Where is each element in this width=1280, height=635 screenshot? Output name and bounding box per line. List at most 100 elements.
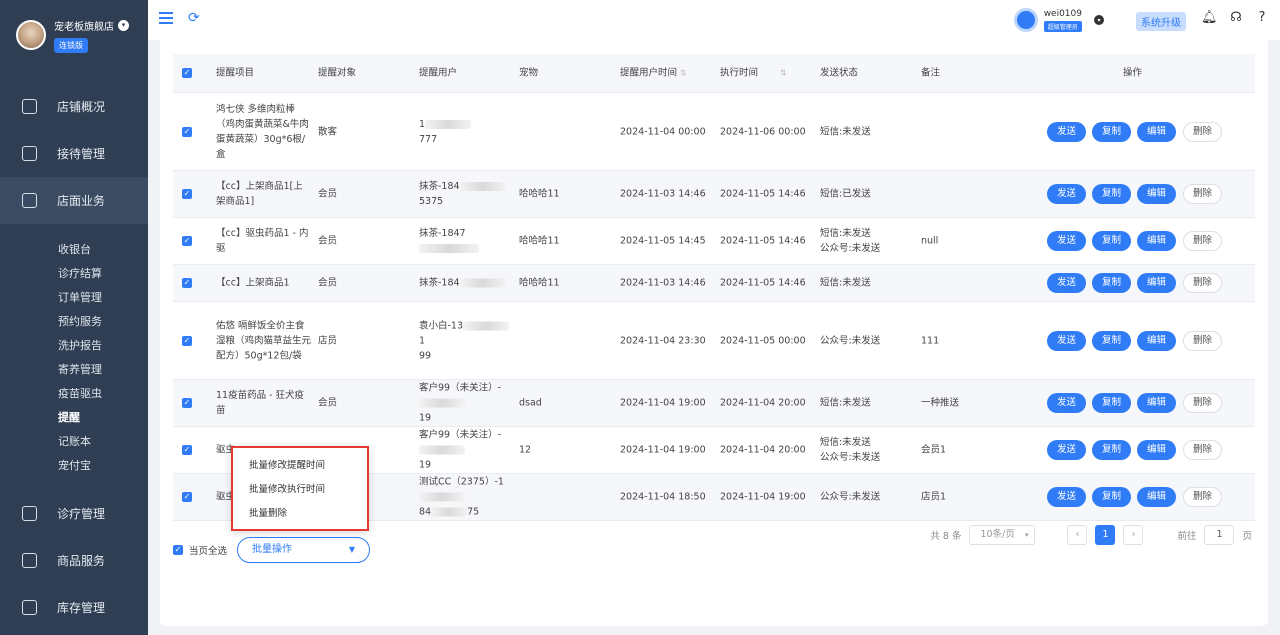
bulk-bar: ✓ 当页全选 批量操作 ▼ [173,537,371,563]
delete-button[interactable]: 删除 [1183,330,1222,351]
cell-note: 一种推送 [921,397,960,409]
delete-button[interactable]: 删除 [1183,440,1222,460]
menu-item-edit-exec-time[interactable]: 批量修改执行时间 [233,478,367,502]
row-checkbox[interactable]: ✓ [182,189,192,199]
sort-icon[interactable]: ⇅ [680,66,687,81]
nav-item-goods[interactable]: 商品服务 [0,537,148,584]
cell-item: 11疫苗药品 - 狂犬疫苗 [216,390,305,416]
send-button[interactable]: 发送 [1047,273,1086,293]
send-button[interactable]: 发送 [1047,231,1086,251]
sub-item-pay[interactable]: 宠付宝 [0,454,148,478]
sub-item-cashier[interactable]: 收银台 [0,238,148,262]
chevron-down-icon[interactable]: ▾ [118,19,129,31]
cell-exec-time: 2024-11-04 20:00 [720,444,806,456]
bulk-action-select[interactable]: 批量操作 ▼ [237,537,371,563]
headset-icon[interactable]: ☊ [1228,10,1244,26]
copy-button[interactable]: 复制 [1092,121,1131,142]
menu-item-edit-remind-time[interactable]: 批量修改提醒时间 [233,454,367,478]
row-checkbox[interactable]: ✓ [182,236,192,246]
user-menu[interactable]: wei0109 超级管理员 ▾ [1013,8,1104,32]
nav-item-overview[interactable]: 店铺概况 [0,83,148,130]
header-checkbox[interactable]: ✓ [182,68,192,78]
page-size-select[interactable]: 10条/页 ▾ [969,525,1036,545]
menu-item-bulk-delete[interactable]: 批量删除 [233,502,367,526]
delete-button[interactable]: 删除 [1183,231,1222,251]
masked-phone [419,398,465,408]
sub-item-appointments[interactable]: 预约服务 [0,310,148,334]
send-button[interactable]: 发送 [1047,393,1086,413]
goto-page-input[interactable]: 1 [1204,525,1235,545]
copy-button[interactable]: 复制 [1092,440,1131,460]
delete-button[interactable]: 删除 [1183,273,1222,293]
cell-exec-time: 2024-11-04 19:00 [720,491,806,503]
caret-down-icon: ▼ [348,545,356,554]
sub-item-settlement[interactable]: 诊疗结算 [0,262,148,286]
edit-button[interactable]: 编辑 [1137,231,1176,251]
row-checkbox[interactable]: ✓ [182,398,192,408]
help-icon[interactable]: ? [1254,10,1270,26]
delete-button[interactable]: 删除 [1183,121,1222,142]
prev-page-button[interactable]: ‹ [1067,525,1088,545]
refresh-icon[interactable]: ⟳ [188,10,200,26]
cell-remind-time: 2024-11-04 18:50 [620,491,706,503]
cell-target: 会员 [318,397,338,409]
upgrade-button[interactable]: 系统升级 [1136,12,1186,31]
user-name-part: 抹茶-184 [419,181,460,192]
copy-button[interactable]: 复制 [1092,184,1131,204]
row-checkbox[interactable]: ✓ [182,492,192,502]
send-button[interactable]: 发送 [1047,440,1086,460]
cell-exec-time: 2024-11-06 00:00 [720,126,806,137]
cell-status: 短信:已发送 [820,188,871,200]
sub-item-boarding[interactable]: 寄养管理 [0,358,148,382]
send-button[interactable]: 发送 [1047,330,1086,351]
cell-exec-time: 2024-11-05 14:46 [720,235,806,247]
delete-button[interactable]: 删除 [1183,184,1222,204]
nav-item-reception[interactable]: 接待管理 [0,130,148,177]
edit-button[interactable]: 编辑 [1137,393,1176,413]
copy-button[interactable]: 复制 [1092,393,1131,413]
store-header[interactable]: 宠老板旗舰店 ▾ 连锁版 [0,0,148,70]
column-header: 提醒项目 [216,67,255,79]
nav-item-clinic[interactable]: 诊疗管理 [0,490,148,537]
send-button[interactable]: 发送 [1047,184,1086,204]
edit-button[interactable]: 编辑 [1137,273,1176,293]
row-checkbox[interactable]: ✓ [182,126,192,137]
sub-item-reminder[interactable]: 提醒 [0,406,148,430]
edit-button[interactable]: 编辑 [1137,184,1176,204]
row-checkbox[interactable]: ✓ [182,335,192,346]
send-button[interactable]: 发送 [1047,121,1086,142]
sub-item-orders[interactable]: 订单管理 [0,286,148,310]
edit-button[interactable]: 编辑 [1137,487,1176,507]
edit-button[interactable]: 编辑 [1137,440,1176,460]
next-page-button[interactable]: › [1123,525,1144,545]
nav-item-inventory[interactable]: 库存管理 [0,584,148,631]
cell-item: 【cc】上架商品1[上架商品1] [216,181,303,207]
chevron-down-icon[interactable]: ▾ [1094,15,1104,25]
sub-item-grooming[interactable]: 洗护报告 [0,334,148,358]
delete-button[interactable]: 删除 [1183,487,1222,507]
cell-target: 散客 [318,126,338,137]
username: wei0109 [1043,8,1082,19]
copy-button[interactable]: 复制 [1092,487,1131,507]
copy-button[interactable]: 复制 [1092,231,1131,251]
edit-button[interactable]: 编辑 [1137,330,1176,351]
page-number-current[interactable]: 1 [1095,525,1116,545]
select-all-checkbox[interactable]: ✓ [173,545,183,555]
copy-button[interactable]: 复制 [1092,273,1131,293]
edit-button[interactable]: 编辑 [1137,121,1176,142]
cell-note: 111 [921,335,940,346]
bell-icon[interactable]: 🔔︎ [1201,10,1218,26]
sort-icon[interactable]: ⇅ [780,66,787,81]
send-button[interactable]: 发送 [1047,487,1086,507]
sub-item-ledger[interactable]: 记账本 [0,430,148,454]
menu-toggle-icon[interactable] [159,12,173,24]
topbar: ⟳ wei0109 超级管理员 ▾ 系统升级 🔔︎ ☊ ? [148,0,1280,40]
user-phone-part: 75 [467,506,480,518]
copy-button[interactable]: 复制 [1092,330,1131,351]
nav-item-store-business[interactable]: 店面业务 [0,177,148,224]
sub-item-vaccine[interactable]: 疫苗驱虫 [0,382,148,406]
row-checkbox[interactable]: ✓ [182,445,192,455]
delete-button[interactable]: 删除 [1183,393,1222,413]
cell-note: 店员1 [921,491,947,503]
row-checkbox[interactable]: ✓ [182,278,192,288]
